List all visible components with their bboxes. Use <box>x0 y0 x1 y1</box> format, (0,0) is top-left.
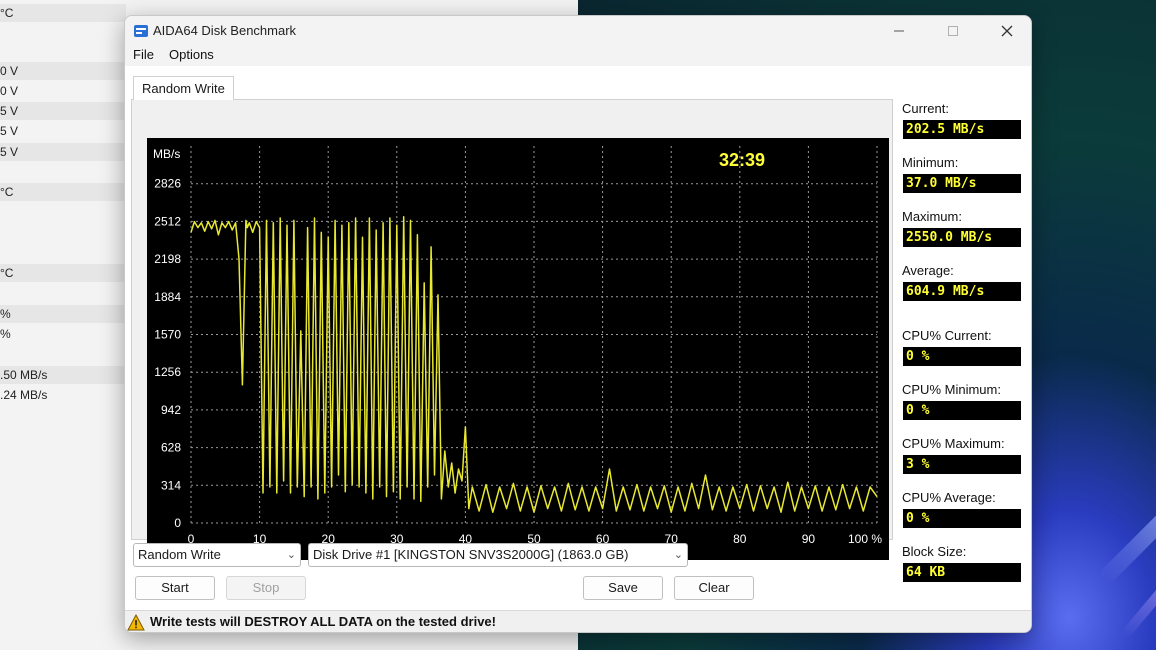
stat-label-minimum: Minimum: <box>902 155 959 170</box>
y-tick-label: 2512 <box>154 214 181 228</box>
x-tick-label: 90 <box>802 532 816 546</box>
stat-label-average: Average: <box>902 263 954 278</box>
background-row: 5 V <box>0 143 126 161</box>
title-bar[interactable]: AIDA64 Disk Benchmark <box>125 16 1031 46</box>
y-tick-label: 314 <box>161 478 181 492</box>
tab-panel: 2826 2512 2198 1884 1570 1256 942 628 314 0 0 10 20 3… <box>131 100 893 560</box>
background-row: 5 V <box>0 102 126 120</box>
background-row: .24 MB/s <box>0 388 48 402</box>
benchmark-chart: 2826 2512 2198 1884 1570 1256 942 628 314 0 0 10 20 3… <box>147 138 889 560</box>
background-row: °C <box>0 264 126 282</box>
stop-button[interactable]: Stop <box>226 576 306 600</box>
stat-label-cpu-average: CPU% Average: <box>902 490 996 505</box>
stat-value-block-size: 64 KB <box>903 563 1021 582</box>
warning-icon <box>127 614 145 631</box>
stat-label-maximum: Maximum: <box>902 209 962 224</box>
y-tick-label: 942 <box>161 403 181 417</box>
stat-value-maximum: 2550.0 MB/s <box>903 228 1021 247</box>
background-row: °C <box>0 183 126 201</box>
y-axis-label: MB/s <box>153 147 180 161</box>
test-type-select[interactable]: Random Write ⌄ <box>133 543 301 567</box>
disk-benchmark-window: AIDA64 Disk Benchmark File Options 2826 2… <box>124 15 1032 633</box>
benchmark-chart-svg: 28262512219818841570125694262831400 10 20 3… <box>153 146 882 546</box>
drive-select[interactable]: Disk Drive #1 [KINGSTON SNV3S2000G] (186… <box>308 543 688 567</box>
stat-label-current: Current: <box>902 101 949 116</box>
background-row: 5 V <box>0 124 19 138</box>
elapsed-timer: 32:39 <box>719 150 765 170</box>
drive-value: Disk Drive #1 [KINGSTON SNV3S2000G] (186… <box>313 547 629 562</box>
y-tick-label: 1570 <box>154 328 181 342</box>
stat-label-cpu-current: CPU% Current: <box>902 328 992 343</box>
window-title: AIDA64 Disk Benchmark <box>153 23 297 38</box>
background-row: % <box>0 305 126 323</box>
y-tick-label: 2826 <box>154 177 181 191</box>
menu-options[interactable]: Options <box>169 47 214 62</box>
stat-value-cpu-current: 0 % <box>903 347 1021 366</box>
maximize-icon <box>948 26 958 36</box>
stat-value-cpu-maximum: 3 % <box>903 455 1021 474</box>
y-tick-label: 628 <box>161 441 181 455</box>
x-tick-label: 80 <box>733 532 747 546</box>
y-tick-label: 1256 <box>154 365 181 379</box>
warning-bar: Write tests will DESTROY ALL DATA on the… <box>125 610 1031 632</box>
y-tick-label: 2198 <box>154 252 181 266</box>
y-tick-label: 1884 <box>154 290 181 304</box>
background-row: .50 MB/s <box>0 366 126 384</box>
minimize-icon <box>894 30 904 32</box>
stat-value-minimum: 37.0 MB/s <box>903 174 1021 193</box>
x-tick-label: 100 % <box>848 532 882 546</box>
stat-label-cpu-minimum: CPU% Minimum: <box>902 382 1001 397</box>
background-row: 0 V <box>0 84 19 98</box>
clear-button[interactable]: Clear <box>674 576 754 600</box>
save-button[interactable]: Save <box>583 576 663 600</box>
warning-text: Write tests will DESTROY ALL DATA on the… <box>150 614 496 629</box>
tab-random-write[interactable]: Random Write <box>133 76 234 100</box>
close-icon <box>1001 25 1013 37</box>
y-tick-label: 0 <box>174 516 181 530</box>
menu-bar: File Options <box>125 46 1031 66</box>
test-type-value: Random Write <box>138 547 221 562</box>
stat-value-cpu-average: 0 % <box>903 509 1021 528</box>
close-button[interactable] <box>985 20 1029 42</box>
window-content: 2826 2512 2198 1884 1570 1256 942 628 314 0 0 10 20 3… <box>125 66 1031 632</box>
stat-value-average: 604.9 MB/s <box>903 282 1021 301</box>
stat-label-block-size: Block Size: <box>902 544 967 559</box>
maximize-button[interactable] <box>931 20 975 42</box>
stat-label-cpu-maximum: CPU% Maximum: <box>902 436 1005 451</box>
background-row: 0 V <box>0 62 126 80</box>
chevron-down-icon: ⌄ <box>673 549 683 561</box>
aida64-app-icon <box>134 25 148 37</box>
chevron-down-icon: ⌄ <box>286 549 296 561</box>
stat-value-cpu-minimum: 0 % <box>903 401 1021 420</box>
stat-value-current: 202.5 MB/s <box>903 120 1021 139</box>
start-button[interactable]: Start <box>135 576 215 600</box>
background-row: % <box>0 327 11 341</box>
minimize-button[interactable] <box>877 20 921 42</box>
background-row: °C <box>0 4 126 22</box>
menu-file[interactable]: File <box>133 47 154 62</box>
